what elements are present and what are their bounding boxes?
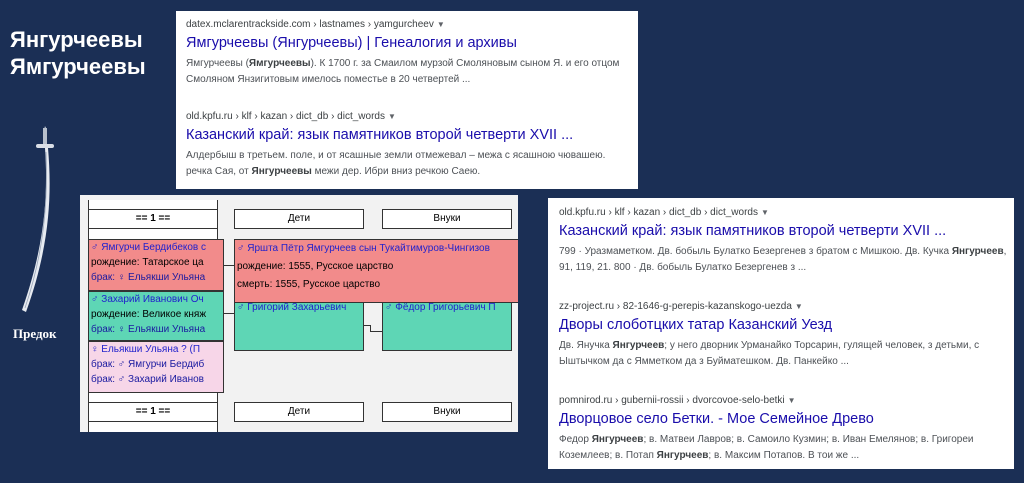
search-result: old.kpfu.ru › klf › kazan › dict_db › di… — [559, 207, 1007, 276]
result-url[interactable]: zz-project.ru › 82-1646-g-perepis-kazans… — [559, 301, 1007, 312]
family-tree: == 1 == Дети Внуки ♂ Ямгурчи Бердибеков … — [80, 195, 518, 432]
result-title-link[interactable]: Дворцовое село Бетки. - Мое Семейное Дре… — [559, 411, 1007, 427]
person-name-link[interactable]: ♂ Ямгурчи Бердибеков с — [89, 240, 223, 255]
person-death: смерть: 1555, Русское царство — [237, 279, 381, 290]
result-snippet: Ямгурчеевы (Ямгурчеевы). К 1700 г. за См… — [186, 58, 620, 85]
result-snippet: 799 · Уразмаметком. Дв. бобыль Булатко Б… — [559, 246, 1007, 273]
result-snippet: Дв. Янучка Янгурчеев; у него дворник Урм… — [559, 340, 980, 367]
title-line-1: Янгурчеевы — [10, 27, 143, 52]
slide-title: Янгурчеевы Ямгурчеевы — [10, 26, 146, 80]
chevron-down-icon[interactable]: ▼ — [788, 396, 796, 405]
person-birth: рождение: Великое княж — [91, 309, 207, 320]
person-birth: рождение: 1555, Русское царство — [237, 261, 394, 272]
children-header: Дети — [234, 209, 364, 229]
grandchildren-header: Внуки — [382, 402, 512, 422]
generation-header: == 1 == — [88, 402, 218, 422]
person-name-link[interactable]: ♀ Ельякши Ульяна ? (П — [89, 342, 223, 357]
person-birth: рождение: Татарское ца — [91, 257, 204, 268]
person-card[interactable]: ♀ Ельякши Ульяна ? (П брак: ♂ Ямгурчи Бе… — [88, 341, 224, 393]
result-title-link[interactable]: Казанский край: язык памятников второй ч… — [186, 127, 632, 143]
chevron-down-icon[interactable]: ▼ — [437, 20, 445, 29]
person-name-link[interactable]: ♂ Захарий Иванович Оч — [89, 292, 223, 307]
search-results-top: datex.mclarentrackside.com › lastnames ›… — [176, 11, 638, 189]
child-card[interactable]: ♂ Григорий Захарьевич — [234, 299, 364, 351]
search-result: datex.mclarentrackside.com › lastnames ›… — [186, 19, 632, 88]
chevron-down-icon[interactable]: ▼ — [795, 302, 803, 311]
saber-icon — [14, 122, 60, 318]
result-url[interactable]: pomnirod.ru › gubernii-rossii › dvorcovo… — [559, 395, 1007, 406]
person-marriage-link[interactable]: брак: ♀ Ельякши Ульяна — [89, 322, 223, 337]
result-snippet: Федор Янгурчеев; в. Матвеи Лавров; в. Са… — [559, 434, 974, 461]
chevron-down-icon[interactable]: ▼ — [761, 208, 769, 217]
result-url[interactable]: old.kpfu.ru › klf › kazan › dict_db › di… — [559, 207, 1007, 218]
grandchild-card[interactable]: ♂ Фёдор Григорьевич П — [382, 299, 512, 351]
search-result: old.kpfu.ru › klf › kazan › dict_db › di… — [186, 111, 632, 180]
search-result: zz-project.ru › 82-1646-g-perepis-kazans… — [559, 301, 1007, 370]
result-title-link[interactable]: Дворы слоботцких татар Казанский Уезд — [559, 317, 1007, 333]
search-result: pomnirod.ru › gubernii-rossii › dvorcovo… — [559, 395, 1007, 464]
result-snippet: Алдербыш в третьем. поле, и от ясашные з… — [186, 150, 606, 177]
result-title-link[interactable]: Казанский край: язык памятников второй ч… — [559, 223, 1007, 239]
generation-header: == 1 == — [88, 209, 218, 229]
result-title-link[interactable]: Ямгурчеевы (Янгурчеевы) | Генеалогия и а… — [186, 35, 632, 51]
grandchildren-header: Внуки — [382, 209, 512, 229]
chevron-down-icon[interactable]: ▼ — [388, 112, 396, 121]
search-results-right: old.kpfu.ru › klf › kazan › dict_db › di… — [548, 198, 1014, 469]
result-url[interactable]: old.kpfu.ru › klf › kazan › dict_db › di… — [186, 111, 632, 122]
result-url[interactable]: datex.mclarentrackside.com › lastnames ›… — [186, 19, 632, 30]
person-marriage-link[interactable]: брак: ♂ Захарий Иванов — [89, 372, 223, 387]
tree-connector — [224, 265, 234, 266]
tree-connector — [224, 313, 234, 314]
ancestor-label: Предок — [13, 326, 57, 341]
person-card[interactable]: ♂ Ямгурчи Бердибеков с рождение: Татарск… — [88, 239, 224, 291]
person-name-link[interactable]: ♂ Яршта Пётр Ямгурчеев сын Тукайтимуров-… — [235, 241, 518, 256]
person-card[interactable]: ♂ Захарий Иванович Оч рождение: Великое … — [88, 291, 224, 341]
person-marriage-link[interactable]: брак: ♀ Ельякши Ульяна — [89, 270, 223, 285]
children-header: Дети — [234, 402, 364, 422]
person-marriage-link[interactable]: брак: ♂ Ямгурчи Бердиб — [89, 357, 223, 372]
child-card[interactable]: ♂ Яршта Пётр Ямгурчеев сын Тукайтимуров-… — [234, 239, 518, 303]
tree-connector — [370, 331, 382, 332]
title-line-2: Ямгурчеевы — [10, 54, 146, 79]
